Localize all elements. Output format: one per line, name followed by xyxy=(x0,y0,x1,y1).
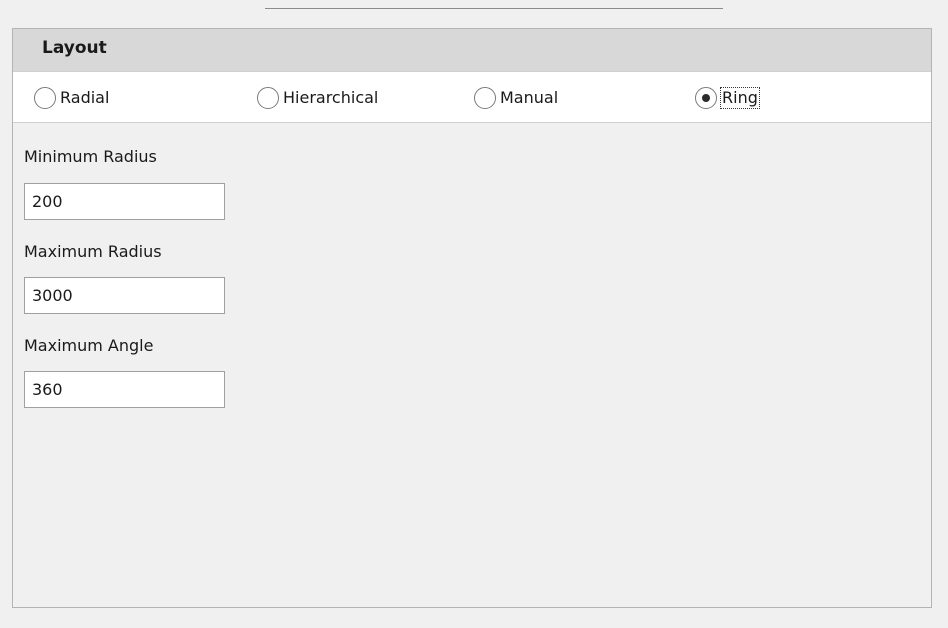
radio-ring-circle[interactable] xyxy=(695,87,717,109)
radio-hierarchical-circle[interactable] xyxy=(257,87,279,109)
radio-hierarchical[interactable]: Hierarchical xyxy=(257,86,378,110)
radio-manual-label[interactable]: Manual xyxy=(500,88,558,108)
layout-panel: Layout Radial Hierarchical Manual Ring xyxy=(12,28,932,608)
radio-ring[interactable]: Ring xyxy=(695,86,760,110)
radio-radial-circle[interactable] xyxy=(34,87,56,109)
radio-radial[interactable]: Radial xyxy=(34,86,109,110)
min-radius-label: Minimum Radius xyxy=(24,147,157,166)
top-divider xyxy=(265,0,723,9)
radio-manual-circle[interactable] xyxy=(474,87,496,109)
layout-title: Layout xyxy=(42,38,107,58)
max-radius-label: Maximum Radius xyxy=(24,242,162,261)
radio-radial-label[interactable]: Radial xyxy=(60,88,109,108)
max-angle-label: Maximum Angle xyxy=(24,336,154,355)
layout-radio-group: Radial Hierarchical Manual Ring xyxy=(13,71,931,123)
max-radius-input[interactable] xyxy=(24,277,225,314)
min-radius-input[interactable] xyxy=(24,183,225,220)
radio-selected-dot xyxy=(702,94,710,102)
max-angle-input[interactable] xyxy=(24,371,225,408)
radio-manual[interactable]: Manual xyxy=(474,86,558,110)
radio-hierarchical-label[interactable]: Hierarchical xyxy=(283,88,378,108)
radio-ring-label[interactable]: Ring xyxy=(720,87,760,109)
layout-header: Layout xyxy=(13,29,931,71)
